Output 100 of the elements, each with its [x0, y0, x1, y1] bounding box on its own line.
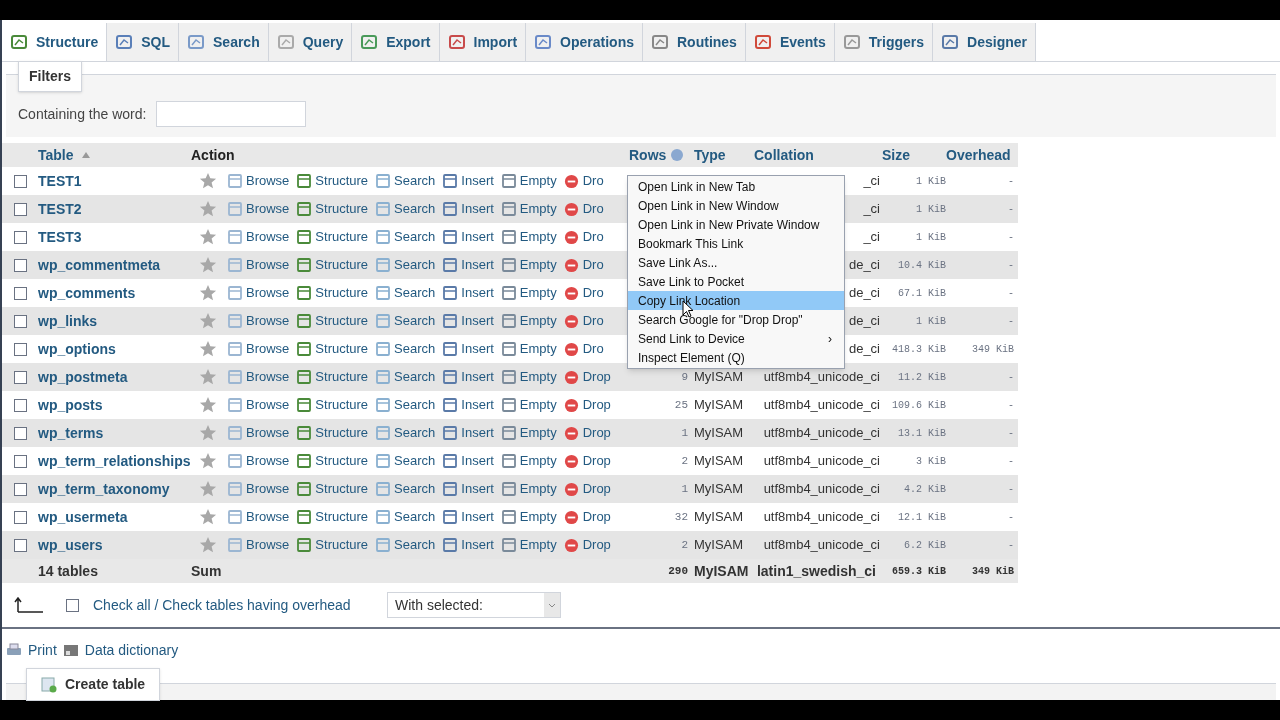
action-link[interactable]: Insert — [442, 479, 494, 499]
action-link[interactable]: Empty — [500, 395, 557, 415]
drop-link[interactable]: Drop — [563, 367, 611, 387]
drop-link[interactable]: Dro — [563, 255, 604, 275]
action-link[interactable]: Search — [375, 227, 436, 247]
column-header[interactable]: Table — [38, 144, 74, 166]
action-link[interactable]: Insert — [442, 339, 494, 359]
drop-link[interactable]: Drop — [563, 507, 611, 527]
print-link[interactable]: Print — [28, 639, 57, 661]
tab[interactable]: Triggers — [834, 23, 934, 61]
table-name-link[interactable]: wp_postmeta — [38, 366, 191, 388]
create-table-button[interactable]: Create table — [26, 668, 161, 701]
drop-link[interactable]: Dro — [563, 311, 604, 331]
action-link[interactable]: Search — [375, 535, 436, 555]
action-link[interactable]: Empty — [500, 199, 557, 219]
action-link[interactable]: Browse — [227, 339, 290, 359]
star-icon[interactable] — [199, 508, 217, 526]
action-link[interactable]: Insert — [442, 311, 494, 331]
star-icon[interactable] — [199, 424, 217, 442]
menu-item[interactable]: Search Google for "Drop Drop" — [628, 310, 844, 329]
menu-item[interactable]: Send Link to Device › — [628, 329, 844, 348]
action-link[interactable]: Search — [375, 311, 436, 331]
tab[interactable]: Designer — [933, 23, 1036, 61]
row-checkbox[interactable] — [13, 426, 27, 440]
action-link[interactable]: Search — [375, 171, 436, 191]
action-link[interactable]: Empty — [500, 255, 557, 275]
action-link[interactable]: Search — [375, 367, 436, 387]
action-link[interactable]: Search — [375, 395, 436, 415]
action-link[interactable]: Structure — [296, 507, 369, 527]
action-link[interactable]: Insert — [442, 535, 494, 555]
filter-input[interactable] — [156, 101, 307, 127]
row-checkbox[interactable] — [13, 370, 27, 384]
action-link[interactable]: Insert — [442, 451, 494, 471]
tab[interactable]: Events — [745, 23, 835, 61]
table-name-link[interactable]: wp_term_taxonomy — [38, 478, 191, 500]
action-link[interactable]: Empty — [500, 535, 557, 555]
star-icon[interactable] — [199, 172, 217, 190]
action-link[interactable]: Search — [375, 283, 436, 303]
menu-item[interactable]: Open Link in New Tab — [628, 177, 844, 196]
row-checkbox[interactable] — [13, 286, 27, 300]
star-icon[interactable] — [199, 340, 217, 358]
action-link[interactable]: Browse — [227, 283, 290, 303]
action-link[interactable]: Empty — [500, 339, 557, 359]
action-link[interactable]: Empty — [500, 311, 557, 331]
row-checkbox[interactable] — [13, 174, 27, 188]
action-link[interactable]: Browse — [227, 479, 290, 499]
action-link[interactable]: Search — [375, 339, 436, 359]
tab[interactable]: Import — [439, 23, 527, 61]
column-header[interactable]: Size — [882, 144, 946, 166]
star-icon[interactable] — [199, 312, 217, 330]
action-link[interactable]: Structure — [296, 199, 369, 219]
action-link[interactable]: Structure — [296, 395, 369, 415]
row-checkbox[interactable] — [13, 314, 27, 328]
drop-link[interactable]: Drop — [563, 451, 611, 471]
action-link[interactable]: Insert — [442, 283, 494, 303]
star-icon[interactable] — [199, 536, 217, 554]
action-link[interactable]: Browse — [227, 507, 290, 527]
action-link[interactable]: Browse — [227, 255, 290, 275]
action-link[interactable]: Structure — [296, 227, 369, 247]
table-name-link[interactable]: TEST2 — [38, 198, 191, 220]
tab[interactable]: Export — [352, 23, 440, 61]
star-icon[interactable] — [199, 480, 217, 498]
action-link[interactable]: Insert — [442, 507, 494, 527]
action-link[interactable]: Empty — [500, 367, 557, 387]
menu-item[interactable]: Open Link in New Private Window — [628, 215, 844, 234]
table-name-link[interactable]: wp_comments — [38, 282, 191, 304]
table-name-link[interactable]: wp_links — [38, 310, 191, 332]
row-checkbox[interactable] — [13, 258, 27, 272]
action-link[interactable]: Browse — [227, 535, 290, 555]
action-link[interactable]: Structure — [296, 311, 369, 331]
action-link[interactable]: Search — [375, 423, 436, 443]
tab[interactable]: Routines — [643, 23, 746, 61]
action-link[interactable]: Insert — [442, 423, 494, 443]
action-link[interactable]: Search — [375, 199, 436, 219]
action-link[interactable]: Structure — [296, 479, 369, 499]
star-icon[interactable] — [199, 228, 217, 246]
tab[interactable]: Search — [179, 23, 269, 61]
with-selected-dropdown[interactable]: With selected: — [387, 592, 561, 618]
action-link[interactable]: Browse — [227, 227, 290, 247]
table-name-link[interactable]: TEST3 — [38, 226, 191, 248]
action-link[interactable]: Structure — [296, 451, 369, 471]
drop-link[interactable]: Drop — [563, 479, 611, 499]
drop-link[interactable]: Dro — [563, 171, 604, 191]
action-link[interactable]: Insert — [442, 367, 494, 387]
table-name-link[interactable]: wp_term_relationships — [38, 450, 191, 472]
data-dictionary-link[interactable]: Data dictionary — [84, 639, 179, 661]
action-link[interactable]: Search — [375, 507, 436, 527]
drop-link[interactable]: Dro — [563, 199, 604, 219]
action-link[interactable]: Insert — [442, 395, 494, 415]
drop-link[interactable]: Drop — [563, 395, 611, 415]
menu-item[interactable]: Save Link to Pocket — [628, 272, 844, 291]
row-checkbox[interactable] — [13, 342, 27, 356]
row-checkbox[interactable] — [13, 230, 27, 244]
action-link[interactable]: Structure — [296, 255, 369, 275]
action-link[interactable]: Search — [375, 451, 436, 471]
table-name-link[interactable]: wp_posts — [38, 394, 191, 416]
action-link[interactable]: Structure — [296, 423, 369, 443]
action-link[interactable]: Browse — [227, 395, 290, 415]
action-link[interactable]: Structure — [296, 535, 369, 555]
column-header[interactable]: Rows — [629, 144, 667, 166]
